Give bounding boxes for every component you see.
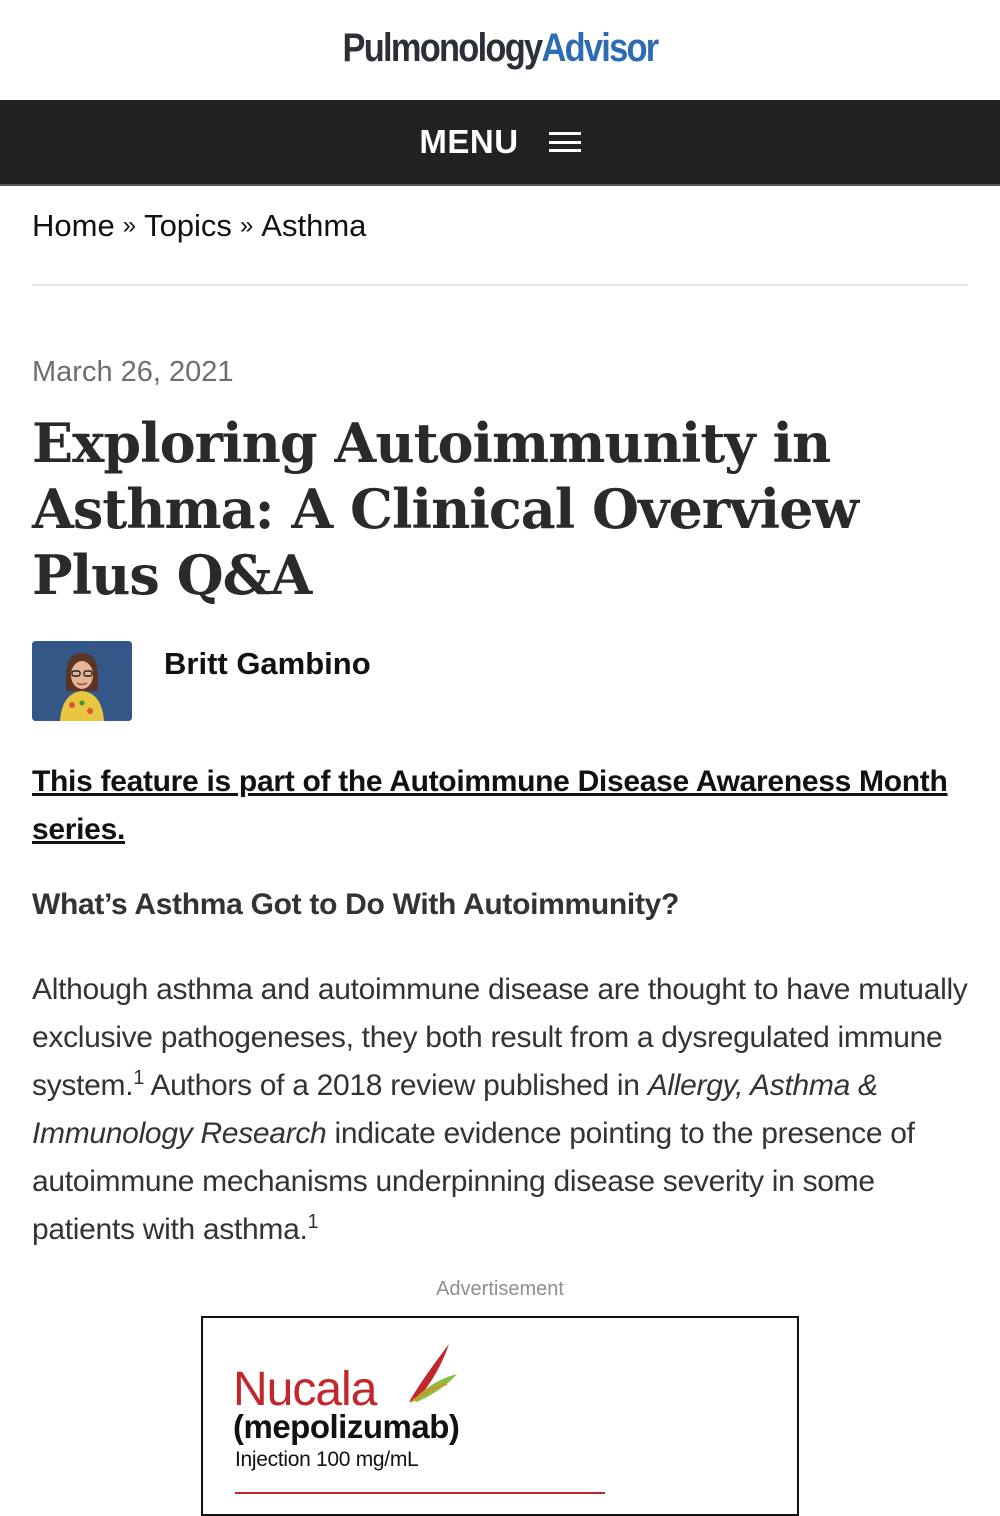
breadcrumb-topics[interactable]: Topics — [144, 208, 232, 244]
site-logo[interactable]: PulmonologyAdvisor — [70, 22, 930, 74]
publish-date: March 26, 2021 — [32, 356, 234, 388]
author-name[interactable]: Britt Gambino — [164, 646, 371, 682]
advertisement-label: Advertisement — [436, 1278, 564, 1300]
article-title: Exploring Autoimmunity in Asthma: A Clin… — [32, 411, 859, 607]
breadcrumb-divider — [32, 284, 968, 286]
logo-part-2: Advisor — [541, 26, 659, 70]
ad-dose-text: Injection 100 mg/mL — [235, 1448, 419, 1471]
paragraph-text: Authors of a 2018 review published in — [144, 1069, 648, 1102]
reference-1[interactable]: 1 — [308, 1211, 319, 1233]
ad-generic-name: (mepolizumab) — [233, 1408, 460, 1445]
breadcrumb-home[interactable]: Home — [32, 208, 115, 244]
breadcrumb: Home » Topics » Asthma — [32, 208, 366, 244]
breadcrumb-separator: » — [239, 212, 254, 239]
main-nav-bar: MENU — [0, 100, 1000, 186]
section-heading: What’s Asthma Got to Do With Autoimmunit… — [32, 888, 680, 921]
advertisement-banner[interactable]: Nucala (mepolizumab) Injection 100 mg/mL — [201, 1316, 799, 1516]
menu-button[interactable]: MENU — [419, 123, 581, 161]
leaf-logo-icon — [409, 1344, 457, 1403]
breadcrumb-separator: » — [122, 212, 137, 239]
breadcrumb-asthma[interactable]: Asthma — [261, 208, 366, 244]
series-link[interactable]: This feature is part of the Autoimmune D… — [32, 758, 972, 854]
author-avatar[interactable] — [32, 641, 132, 721]
reference-1[interactable]: 1 — [133, 1067, 144, 1089]
menu-label: MENU — [419, 123, 519, 160]
article-paragraph: Although asthma and autoimmune disease a… — [32, 966, 972, 1254]
logo-part-1: Pulmonology — [342, 26, 543, 70]
hamburger-icon — [548, 132, 581, 152]
